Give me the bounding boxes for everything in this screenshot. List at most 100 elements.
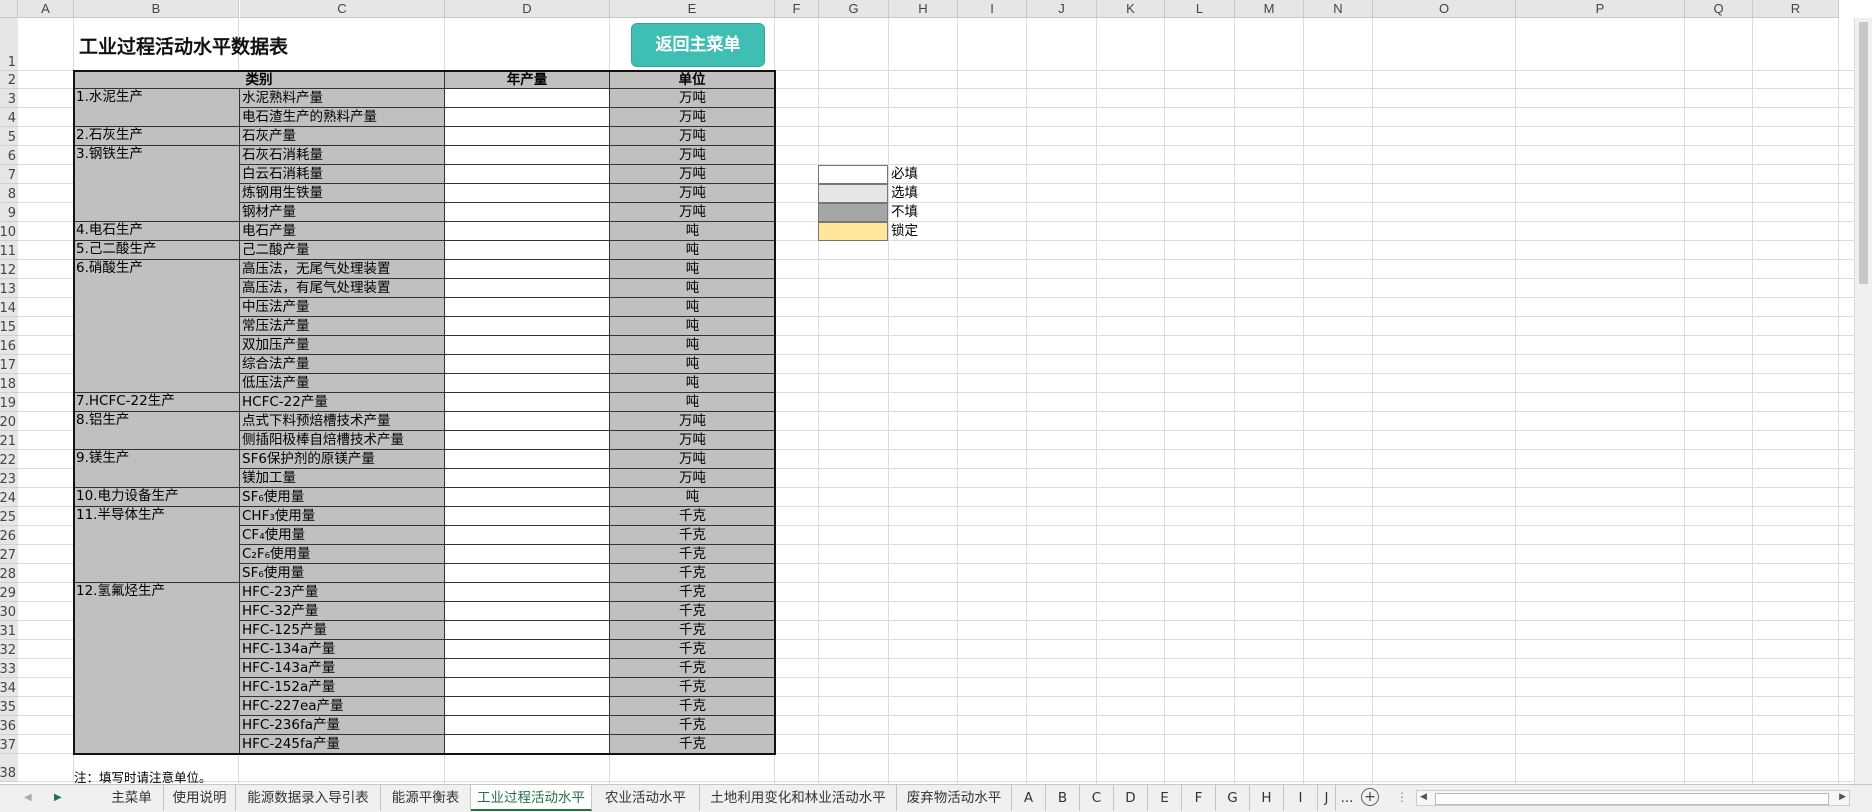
annual-output-input[interactable]: [445, 469, 610, 488]
sheet-tab[interactable]: J: [1318, 785, 1336, 811]
annual-output-input[interactable]: [445, 127, 610, 146]
row-header[interactable]: 3: [0, 89, 18, 108]
row-header[interactable]: 2: [0, 71, 18, 89]
column-header[interactable]: B: [74, 0, 239, 18]
row-header[interactable]: 29: [0, 583, 18, 602]
column-header[interactable]: I: [958, 0, 1027, 18]
annual-output-input[interactable]: [445, 583, 610, 602]
column-header[interactable]: E: [610, 0, 775, 18]
sheet-tab[interactable]: I: [1284, 785, 1318, 811]
row-header[interactable]: 25: [0, 507, 18, 526]
annual-output-input[interactable]: [445, 545, 610, 564]
annual-output-input[interactable]: [445, 450, 610, 469]
sheet-tab[interactable]: H: [1250, 785, 1284, 811]
sheet-tab[interactable]: 工业过程活动水平: [471, 785, 592, 811]
scroll-left-icon[interactable]: ◀: [1420, 792, 1427, 802]
return-main-menu-button[interactable]: 返回主菜单: [632, 24, 764, 66]
column-header[interactable]: G: [819, 0, 889, 18]
row-header[interactable]: 30: [0, 602, 18, 621]
sheet-tab[interactable]: E: [1148, 785, 1182, 811]
row-header[interactable]: 27: [0, 545, 18, 564]
annual-output-input[interactable]: [445, 222, 610, 241]
column-header[interactable]: Q: [1685, 0, 1753, 18]
annual-output-input[interactable]: [445, 412, 610, 431]
annual-output-input[interactable]: [445, 336, 610, 355]
annual-output-input[interactable]: [445, 564, 610, 583]
annual-output-input[interactable]: [445, 298, 610, 317]
row-header[interactable]: 22: [0, 450, 18, 469]
row-header[interactable]: 38: [0, 754, 18, 782]
row-header[interactable]: 20: [0, 412, 18, 431]
sheet-tab[interactable]: 主菜单: [100, 785, 164, 811]
column-header[interactable]: J: [1027, 0, 1097, 18]
row-header[interactable]: 37: [0, 735, 18, 754]
row-header[interactable]: 12: [0, 260, 18, 279]
row-header[interactable]: 6: [0, 146, 18, 165]
vertical-scroll-thumb[interactable]: [1859, 22, 1868, 284]
row-header[interactable]: 9: [0, 203, 18, 222]
row-header[interactable]: 31: [0, 621, 18, 640]
select-all-corner[interactable]: [0, 0, 18, 18]
row-header[interactable]: 13: [0, 279, 18, 298]
sheet-tab[interactable]: ...: [1336, 785, 1358, 811]
sheet-tab[interactable]: 废弃物活动水平: [897, 785, 1012, 811]
annual-output-input[interactable]: [445, 108, 610, 127]
sheet-tab[interactable]: C: [1080, 785, 1114, 811]
annual-output-input[interactable]: [445, 317, 610, 336]
row-header[interactable]: 36: [0, 716, 18, 735]
row-header[interactable]: 11: [0, 241, 18, 260]
column-header[interactable]: C: [240, 0, 445, 18]
row-header[interactable]: 32: [0, 640, 18, 659]
column-header[interactable]: O: [1373, 0, 1516, 18]
sheet-tab[interactable]: 能源平衡表: [381, 785, 471, 811]
row-header[interactable]: 26: [0, 526, 18, 545]
column-header[interactable]: N: [1304, 0, 1373, 18]
row-header[interactable]: 28: [0, 564, 18, 583]
annual-output-input[interactable]: [445, 602, 610, 621]
annual-output-input[interactable]: [445, 241, 610, 260]
annual-output-input[interactable]: [445, 89, 610, 108]
annual-output-input[interactable]: [445, 355, 610, 374]
annual-output-input[interactable]: [445, 431, 610, 450]
column-header[interactable]: L: [1165, 0, 1235, 18]
scroll-right-icon[interactable]: ▶: [1839, 792, 1846, 802]
annual-output-input[interactable]: [445, 260, 610, 279]
column-header[interactable]: H: [889, 0, 958, 18]
sheet-tab[interactable]: B: [1046, 785, 1080, 811]
sheet-tab[interactable]: D: [1114, 785, 1148, 811]
row-header[interactable]: 24: [0, 488, 18, 507]
annual-output-input[interactable]: [445, 735, 610, 754]
row-header[interactable]: 34: [0, 678, 18, 697]
annual-output-input[interactable]: [445, 184, 610, 203]
column-header[interactable]: D: [445, 0, 610, 18]
annual-output-input[interactable]: [445, 146, 610, 165]
vertical-scrollbar[interactable]: [1854, 18, 1872, 784]
prev-sheet-icon[interactable]: ◀: [24, 792, 32, 803]
row-header[interactable]: 16: [0, 336, 18, 355]
row-header[interactable]: 17: [0, 355, 18, 374]
annual-output-input[interactable]: [445, 678, 610, 697]
column-header[interactable]: K: [1097, 0, 1165, 18]
annual-output-input[interactable]: [445, 279, 610, 298]
sheet-tab[interactable]: A: [1012, 785, 1046, 811]
row-header[interactable]: 19: [0, 393, 18, 412]
column-header[interactable]: A: [18, 0, 74, 18]
row-header[interactable]: 23: [0, 469, 18, 488]
annual-output-input[interactable]: [445, 203, 610, 222]
annual-output-input[interactable]: [445, 697, 610, 716]
row-header[interactable]: 14: [0, 298, 18, 317]
annual-output-input[interactable]: [445, 526, 610, 545]
sheet-tab[interactable]: G: [1216, 785, 1250, 811]
annual-output-input[interactable]: [445, 507, 610, 526]
tab-splitter-icon[interactable]: ⋮: [1396, 790, 1408, 804]
annual-output-input[interactable]: [445, 165, 610, 184]
row-header[interactable]: 21: [0, 431, 18, 450]
column-header[interactable]: M: [1235, 0, 1304, 18]
row-header[interactable]: 15: [0, 317, 18, 336]
column-header[interactable]: R: [1753, 0, 1839, 18]
annual-output-input[interactable]: [445, 393, 610, 412]
sheet-tab[interactable]: 土地利用变化和林业活动水平: [700, 785, 897, 811]
row-header[interactable]: 4: [0, 108, 18, 127]
row-header[interactable]: 10: [0, 222, 18, 241]
row-header[interactable]: 1: [0, 18, 18, 71]
